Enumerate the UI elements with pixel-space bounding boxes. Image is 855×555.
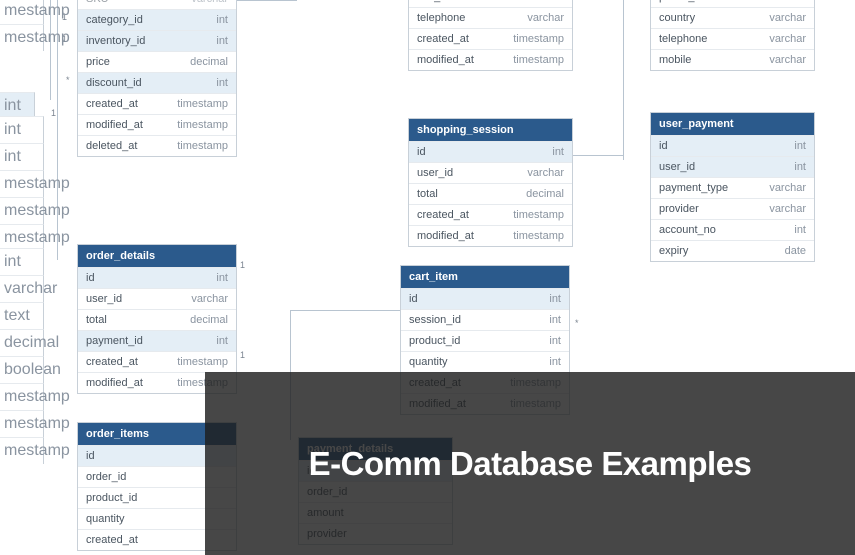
partial-table-left-b: int bbox=[0, 92, 35, 119]
table-row: mobilevarchar bbox=[651, 49, 814, 70]
table-shopping-session: shopping_session idint user_idvarchar to… bbox=[408, 118, 573, 247]
table-row: created_attimestamp bbox=[409, 28, 572, 49]
table-header: cart_item bbox=[401, 266, 569, 288]
table-row: account_noint bbox=[651, 219, 814, 240]
table-row: user_idvarchar bbox=[409, 162, 572, 183]
table-row: modified_attimestamp bbox=[78, 114, 236, 135]
table-row: varchar bbox=[0, 275, 44, 302]
rel-line bbox=[290, 310, 400, 311]
table-header: user_payment bbox=[651, 113, 814, 135]
table-row: inventory_idint bbox=[78, 30, 236, 51]
table-row: created_attimestamp bbox=[78, 93, 236, 114]
table-row: expirydate bbox=[651, 240, 814, 261]
table-row: modified_attimestamp bbox=[409, 225, 572, 246]
table-row: telephonevarchar bbox=[651, 28, 814, 49]
table-row: int bbox=[0, 116, 44, 143]
title-overlay: E-Comm Database Examples bbox=[205, 372, 855, 555]
table-row: mestamp bbox=[0, 437, 44, 464]
rel-cardinality: 1 bbox=[240, 260, 245, 270]
table-row: mestamp bbox=[0, 410, 44, 437]
table-row: text bbox=[0, 302, 44, 329]
table-row: idint bbox=[401, 288, 569, 309]
partial-table-left-a: mestamp mestamp bbox=[0, 0, 44, 51]
table-row: created_attimestamp bbox=[409, 204, 572, 225]
table-row: mestamp bbox=[0, 24, 44, 51]
table-row: payment_idint bbox=[78, 330, 236, 351]
table-row: quantityint bbox=[401, 351, 569, 372]
table-row: mestamp bbox=[0, 224, 44, 251]
rel-line bbox=[573, 155, 623, 156]
partial-table-left-d: int varchar text decimal boolean mestamp… bbox=[0, 248, 44, 464]
table-row: created_attimestamp bbox=[78, 351, 236, 372]
erd-canvas: 1 1 1 * 1 1 * mestamp mestamp int int in… bbox=[0, 0, 855, 555]
table-row: user_idint bbox=[651, 156, 814, 177]
table-row: mestamp bbox=[0, 0, 44, 24]
table-row: session_idint bbox=[401, 309, 569, 330]
table-row: modified_attimestamp bbox=[409, 49, 572, 70]
rel-cardinality: 1 bbox=[240, 350, 245, 360]
table-row: totaldecimal bbox=[409, 183, 572, 204]
table-row: deleted_attimestamp bbox=[78, 135, 236, 156]
table-row: mestamp bbox=[0, 197, 44, 224]
table-user-payment: user_payment idint user_idint payment_ty… bbox=[650, 112, 815, 262]
page-title: E-Comm Database Examples bbox=[309, 445, 752, 483]
rel-cardinality: * bbox=[575, 318, 579, 328]
table-row: telephonevarchar bbox=[409, 7, 572, 28]
table-header: shopping_session bbox=[409, 119, 572, 141]
table-row: countryvarchar bbox=[651, 7, 814, 28]
table-row: SKUvarchar bbox=[78, 0, 236, 9]
table-row: user_idvarchar bbox=[78, 288, 236, 309]
table-row: idint bbox=[409, 141, 572, 162]
table-row: boolean bbox=[0, 356, 44, 383]
rel-line bbox=[237, 0, 297, 1]
table-row: payment_typevarchar bbox=[651, 177, 814, 198]
rel-cardinality: * bbox=[66, 75, 70, 85]
table-row: totaldecimal bbox=[78, 309, 236, 330]
table-row: mestamp bbox=[0, 383, 44, 410]
table-product-partial: SKUvarchar category_idint inventory_idin… bbox=[77, 0, 237, 157]
table-row: postal_codevarchar bbox=[651, 0, 814, 7]
table-row: category_idint bbox=[78, 9, 236, 30]
table-row: int bbox=[0, 248, 44, 275]
table-row: last_namevarchar bbox=[409, 0, 572, 7]
table-user-partial: last_namevarchar telephonevarchar create… bbox=[408, 0, 573, 71]
table-row: decimal bbox=[0, 329, 44, 356]
table-row: providervarchar bbox=[651, 198, 814, 219]
rel-cardinality: 1 bbox=[51, 108, 56, 118]
rel-line bbox=[623, 0, 624, 160]
table-row: int bbox=[0, 92, 35, 119]
table-row: idint bbox=[78, 267, 236, 288]
table-row: product_idint bbox=[401, 330, 569, 351]
partial-table-left-c: int int mestamp mestamp mestamp bbox=[0, 116, 44, 251]
table-row: int bbox=[0, 143, 44, 170]
table-row: pricedecimal bbox=[78, 51, 236, 72]
table-row: mestamp bbox=[0, 170, 44, 197]
table-row: idint bbox=[651, 135, 814, 156]
table-row: discount_idint bbox=[78, 72, 236, 93]
table-header: order_details bbox=[78, 245, 236, 267]
table-address-partial: postal_codevarchar countryvarchar teleph… bbox=[650, 0, 815, 71]
